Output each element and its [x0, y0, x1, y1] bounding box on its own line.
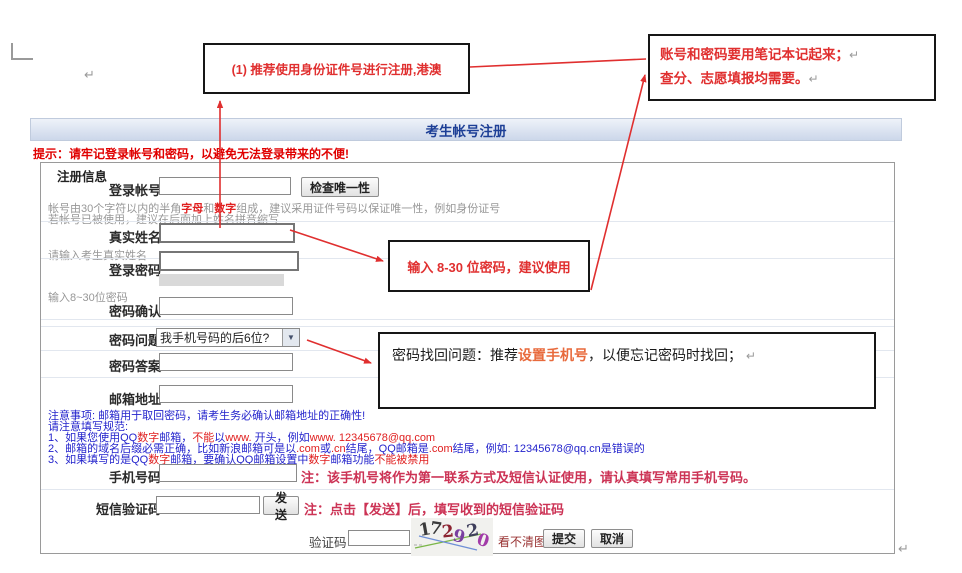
password-label: 登录密码 — [49, 260, 161, 279]
callout-id-text-em: 身份证件号 — [300, 59, 363, 78]
callout-password-advice: 输入 8-30 位密码，建议使用 — [388, 240, 590, 292]
captcha-label: 验证码 — [309, 532, 347, 551]
send-sms-button[interactable]: 发送 — [263, 496, 299, 515]
callout-retrieve-text: 密码找回问题：推荐 — [392, 347, 518, 363]
password-question-select[interactable]: 我手机号码的后6位? ▼ — [156, 328, 300, 347]
password-question-selected-value: 我手机号码的后6位? — [157, 329, 282, 346]
callout-id-text-post: 进行注册,港澳 — [363, 59, 441, 78]
page-corner-mark — [11, 43, 33, 60]
password-input[interactable] — [159, 251, 299, 271]
email-input[interactable] — [159, 385, 293, 403]
callout-password-retrieve-advice: 密码找回问题：推荐设置手机号，以便忘记密码时找回； ↵ — [378, 332, 876, 409]
paragraph-return-mark: ↵ — [849, 48, 859, 62]
form-tip: 提示：请牢记登录帐号和密码，以避免无法登录带来的不便! — [33, 145, 349, 162]
login-account-label: 登录帐号 — [49, 180, 161, 199]
connector-id-to-notebook — [470, 59, 646, 67]
callout-password-text: 输入 8-30 位密码，建议使用 — [407, 257, 570, 276]
sms-code-label: 短信验证码 — [49, 499, 161, 518]
callout-notebook-reminder: 账号和密码要用笔记本记起来；↵ 查分、志愿填报均需要。↵ — [648, 34, 936, 101]
password-confirm-label: 密码确认 — [49, 301, 161, 320]
password-answer-label: 密码答案 — [49, 356, 161, 375]
chevron-down-icon[interactable]: ▼ — [282, 329, 299, 346]
callout-retrieve-text2: ，以便忘记密码时找回； — [588, 347, 742, 363]
callout-notebook-line2: 查分、志愿填报均需要。 — [660, 71, 809, 86]
password-strength-bar — [159, 274, 284, 286]
submit-button[interactable]: 提交 — [543, 529, 585, 548]
email-label: 邮箱地址 — [49, 389, 161, 408]
cancel-button[interactable]: 取消 — [591, 529, 633, 548]
callout-id-text-pre: (1) 推荐使用 — [232, 59, 301, 78]
word-page: { "page": { "return_mark": "↵" }, "annot… — [0, 0, 962, 573]
login-account-input[interactable] — [159, 177, 291, 195]
callout-notebook-line1: 账号和密码要用笔记本记起来； — [660, 47, 849, 62]
sms-note: 注：点击【发送】后，填写收到的短信验证码 — [304, 499, 564, 518]
check-uniqueness-button[interactable]: 检查唯一性 — [301, 177, 379, 197]
paragraph-return-mark: ↵ — [898, 542, 909, 555]
mobile-note: 注：该手机号将作为第一联系方式及短信认证使用，请认真填写常用手机号码。 — [301, 467, 756, 486]
callout-id-recommendation: (1) 推荐使用身份证件号进行注册,港澳 — [203, 43, 470, 94]
real-name-input[interactable] — [159, 223, 295, 243]
real-name-label: 真实姓名 — [49, 227, 161, 246]
mobile-input[interactable] — [159, 464, 297, 482]
mobile-label: 手机号码 — [49, 467, 161, 486]
paragraph-return-mark: ↵ — [84, 68, 95, 81]
password-confirm-input[interactable] — [159, 297, 293, 315]
form-title-bar: 考生帐号注册 — [30, 118, 902, 141]
password-answer-input[interactable] — [159, 353, 293, 371]
captcha-input[interactable] — [348, 530, 410, 546]
paragraph-return-mark: ↵ — [809, 72, 819, 86]
form-title: 考生帐号注册 — [426, 120, 507, 140]
password-question-label: 密码问题 — [49, 330, 161, 349]
sms-code-input[interactable] — [156, 496, 260, 514]
callout-retrieve-em: 设置手机号 — [518, 347, 588, 363]
captcha-image: 1 7 2 9 2 0 — [411, 518, 493, 556]
paragraph-return-mark: ↵ — [746, 349, 756, 363]
